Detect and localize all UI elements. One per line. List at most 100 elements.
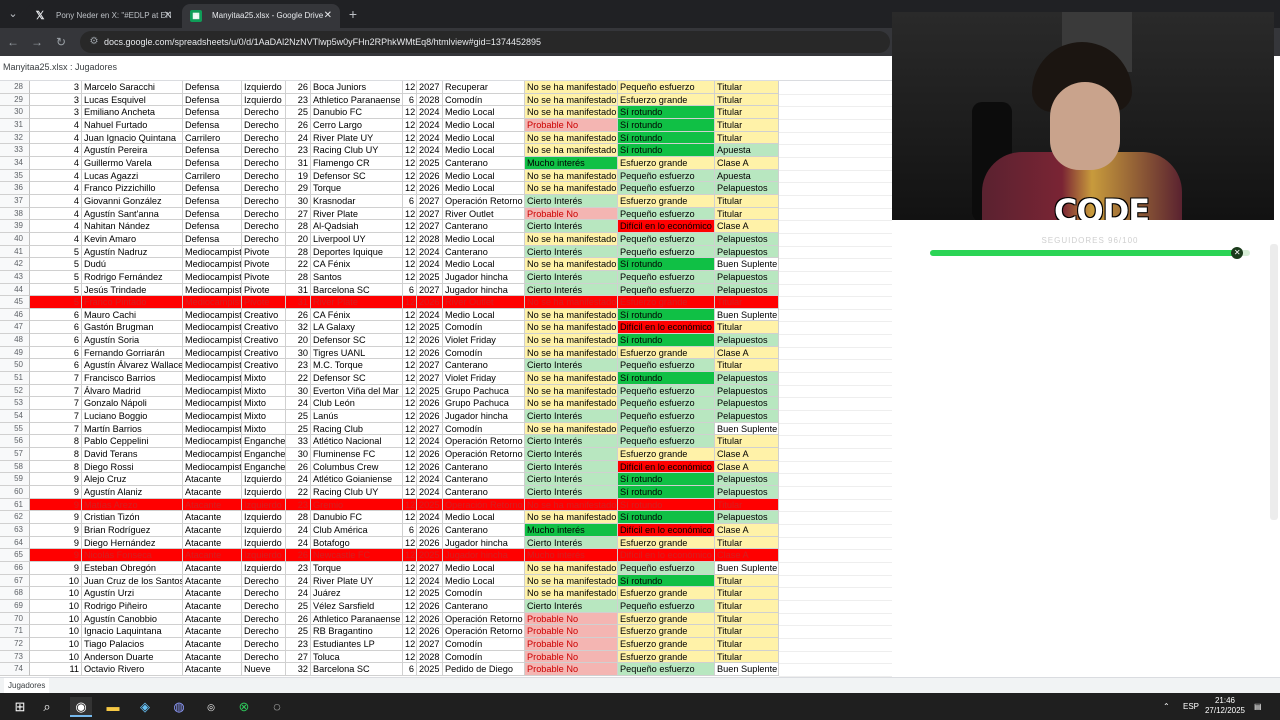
cell-col-position[interactable]: Mediocampista [183,448,242,461]
cell-col-position[interactable]: Defensa [183,220,242,233]
cell-col-interest[interactable]: No se ha manifestado [525,106,618,119]
cell-col-side[interactable]: Derecho [242,232,286,246]
cell-col-position[interactable]: Mediocampista [183,422,242,436]
cell-col-effort[interactable]: Sí rotundo [618,106,715,119]
table-row[interactable]: 28 3 Marcelo Saracchi Defensa Izquierdo 26 Boc… [0,81,892,95]
cell-col-effort[interactable]: Pequeño esfuerzo [618,410,715,423]
cell-col-role[interactable]: Buen Suplente [715,422,779,436]
cell-col-contract[interactable]: 2028 [417,93,443,107]
cell-col-contract[interactable]: 2024 [417,308,443,322]
cell-col-club[interactable]: Deportes Iquique [311,245,403,259]
cell-col-name[interactable]: Emiliano Ancheta [82,106,183,119]
cell-col-contract[interactable]: 2026 [417,169,443,183]
table-row[interactable]: 50 6 Agustín Álvarez Wallace Mediocampista C… [0,359,892,374]
windows-icon[interactable]: ⊞ [10,697,30,717]
table-row[interactable]: 46 6 Mauro Cachi Mediocampista Creativo 26 CA … [0,308,892,323]
cell-col-side[interactable]: Derecho [242,220,286,233]
cell-col-number[interactable]: 9 [30,473,82,486]
cell-col-category[interactable]: Medio Local [443,258,525,271]
table-row[interactable]: 72 10 Tiago Palacios Atacante Derecho 23 Estud… [0,637,892,652]
table-row[interactable]: 61 9 Matías Arezo Atacante Izquierdo 23 Gremio… [0,498,892,513]
empty-cell[interactable] [779,233,892,247]
empty-cell[interactable] [779,499,892,513]
cell-col-category[interactable]: Medio Local [443,106,525,119]
empty-cell[interactable] [779,562,892,576]
cell-col-role[interactable]: Apuesta [715,169,779,183]
cell-col-months[interactable]: 12 [403,536,417,550]
cell-col-role[interactable]: Pelapuestos [715,397,779,411]
cell-col-months[interactable]: 12 [403,156,417,170]
cell-col-name[interactable]: Fernando Gorriarán [82,346,183,360]
cell-col-number[interactable]: 9 [30,511,82,524]
cell-col-number[interactable]: 4 [30,156,82,170]
cell-col-age[interactable]: 30 [286,346,311,360]
cell-col-contract[interactable]: 2027 [417,372,443,385]
cell-col-contract[interactable]: 2026 [417,410,443,423]
empty-cell[interactable] [779,511,892,525]
cell-col-club[interactable]: LA Galaxy [311,321,403,335]
cell-col-position[interactable]: Atacante [183,473,242,486]
cell-col-club[interactable]: RB Bragantino [311,625,403,638]
row-header[interactable]: 59 [0,473,30,486]
empty-cell[interactable] [779,625,892,639]
cell-col-club[interactable]: M.C. Torque [311,359,403,373]
table-row[interactable]: 53 7 Gonzalo Nápoli Mediocampista Mixto 24 Clu… [0,397,892,412]
cell-col-contract[interactable]: 2026 [417,397,443,411]
cell-col-role[interactable]: Titular [715,81,779,94]
cell-col-interest[interactable]: Cierto Interés [525,410,618,423]
table-row[interactable]: 55 7 Martín Barrios Mediocampista Mixto 25 Rac… [0,422,892,437]
cell-col-number[interactable]: 9 [30,561,82,575]
cell-col-age[interactable]: 28 [286,220,311,233]
cell-col-effort[interactable]: Sí rotundo [618,372,715,385]
empty-cell[interactable] [779,385,892,399]
cell-col-category[interactable]: Operación Retorno [443,194,525,208]
cell-col-side[interactable]: Derecho [242,574,286,588]
cell-col-role[interactable]: Clase A [715,523,779,537]
cell-col-category[interactable]: Medio Local [443,574,525,588]
row-header[interactable]: 49 [0,346,30,360]
cell-col-name[interactable]: Cristian Tizón [82,511,183,524]
cell-col-contract[interactable]: 2028 [417,650,443,664]
cell-col-category[interactable]: Canterano [443,599,525,613]
cell-col-contract[interactable]: 2027 [417,359,443,373]
cell-col-position[interactable]: Defensa [183,106,242,119]
cell-col-contract[interactable]: 2026 [417,599,443,613]
cell-col-club[interactable]: Newcastle FC [311,549,403,562]
cell-col-role[interactable]: Pelapuestos [715,270,779,284]
cell-col-position[interactable]: Mediocampista [183,346,242,360]
cell-col-age[interactable]: 28 [286,511,311,524]
cell-col-months[interactable]: 12 [403,232,417,246]
row-header[interactable]: 55 [0,422,30,436]
cell-col-number[interactable]: 4 [30,144,82,157]
cell-col-position[interactable]: Defensa [183,144,242,157]
cell-col-months[interactable]: 6 [403,523,417,537]
cell-col-position[interactable]: Atacante [183,625,242,638]
cell-col-category[interactable]: Canterano [443,245,525,259]
row-header[interactable]: 58 [0,460,30,474]
empty-cell[interactable] [779,106,892,120]
cell-col-side[interactable]: Mixto [242,397,286,411]
cell-col-category[interactable]: Violet Friday [443,334,525,347]
cell-col-name[interactable]: Jesús Trindade [82,283,183,297]
cell-col-number[interactable]: 6 [30,346,82,360]
cell-col-interest[interactable]: No se ha manifestado [525,308,618,322]
cell-col-contract[interactable]: 2025 [417,384,443,398]
cell-col-age[interactable]: 33 [286,435,311,449]
cell-col-interest[interactable]: No se ha manifestado [525,587,618,600]
empty-cell[interactable] [779,284,892,298]
cell-col-name[interactable]: Brian Rodríguez [82,523,183,537]
cell-col-position[interactable]: Mediocampista [183,435,242,449]
cell-col-age[interactable]: 31 [286,156,311,170]
table-row[interactable]: 36 4 Franco Pizzichillo Defensa Derecho 29 Tor… [0,182,892,196]
cell-col-months[interactable]: 12 [403,498,417,512]
cell-col-position[interactable]: Mediocampista [183,258,242,271]
cell-col-age[interactable]: 25 [286,599,311,613]
cell-col-number[interactable]: 4 [30,118,82,132]
cell-col-club[interactable]: Krasnodar [311,194,403,208]
cell-col-name[interactable]: Matías Arezo [82,498,183,512]
cell-col-months[interactable]: 12 [403,372,417,385]
cell-col-side[interactable]: Izquierdo [242,561,286,575]
cell-col-side[interactable]: Izquierdo [242,473,286,486]
empty-cell[interactable] [779,524,892,538]
cell-col-category[interactable]: Comodín [443,93,525,107]
